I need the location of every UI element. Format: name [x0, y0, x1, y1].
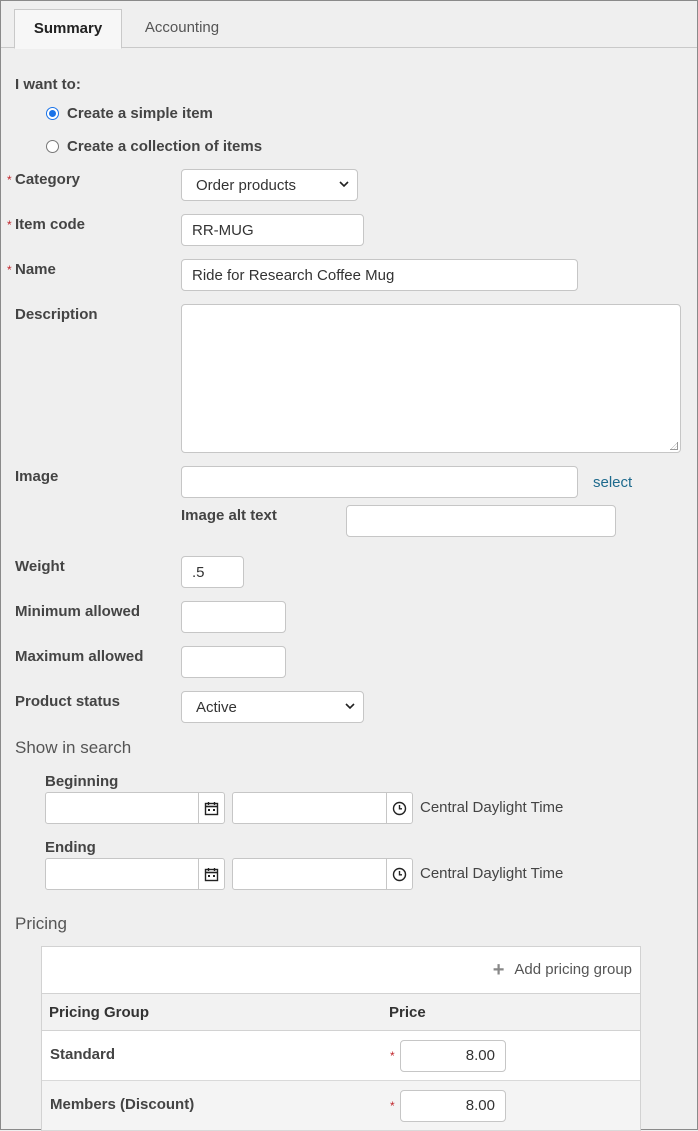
ending-time-input[interactable] — [232, 858, 413, 890]
column-header-price: Price — [389, 1004, 426, 1021]
table-row: Standard * 8.00 — [42, 1031, 640, 1081]
image-alt-label: Image alt text — [181, 507, 277, 524]
description-label: Description — [15, 306, 98, 323]
minimum-label: Minimum allowed — [15, 603, 141, 620]
ending-label: Ending — [45, 839, 96, 856]
show-in-search-title: Show in search — [15, 738, 132, 757]
table-row: Members (Discount) * 8.00 — [42, 1081, 640, 1131]
beginning-timezone: Central Daylight Time — [420, 799, 564, 816]
weight-label: Weight — [15, 558, 65, 575]
tab-accounting[interactable]: Accounting — [124, 9, 240, 48]
name-value: Ride for Research Coffee Mug — [192, 266, 395, 284]
category-value: Order products — [196, 176, 297, 194]
weight-input[interactable]: .5 — [181, 556, 244, 588]
required-marker: * — [390, 1099, 395, 1113]
tab-bar: Summary Accounting — [1, 1, 697, 49]
radio-collection-label: Create a collection of items — [67, 137, 263, 155]
required-marker: * — [390, 1049, 395, 1063]
maximum-input[interactable] — [181, 646, 286, 678]
add-pricing-group-label: Add pricing group — [514, 961, 632, 978]
item-code-value: RR-MUG — [192, 221, 254, 239]
tab-summary[interactable]: Summary — [14, 9, 122, 49]
beginning-time-input[interactable] — [232, 792, 413, 824]
item-code-label: Item code — [15, 216, 86, 233]
add-pricing-group-button[interactable]: + Add pricing group — [492, 958, 632, 981]
radio-simple-item-label: Create a simple item — [67, 104, 213, 122]
intent-label: I want to: — [15, 76, 81, 93]
ending-timezone: Central Daylight Time — [420, 865, 564, 882]
name-label: Name — [15, 261, 56, 278]
clock-icon[interactable] — [386, 793, 412, 823]
radio-collection[interactable]: Create a collection of items — [46, 136, 262, 156]
category-label: Category — [15, 171, 81, 188]
chevron-down-icon — [345, 701, 355, 713]
beginning-label: Beginning — [45, 773, 119, 790]
category-select[interactable]: Order products — [181, 169, 358, 201]
chevron-down-icon — [339, 179, 349, 191]
required-marker: * — [7, 263, 12, 277]
product-status-value: Active — [196, 698, 237, 716]
item-code-input[interactable]: RR-MUG — [181, 214, 364, 246]
pricing-group-name: Standard — [50, 1046, 116, 1063]
required-marker: * — [7, 218, 12, 232]
product-status-select[interactable]: Active — [181, 691, 364, 723]
plus-icon: + — [492, 958, 505, 981]
pricing-title: Pricing — [15, 914, 67, 933]
radio-button-selected[interactable] — [46, 106, 59, 120]
price-input[interactable]: 8.00 — [400, 1040, 506, 1072]
description-textarea[interactable] — [181, 304, 681, 453]
pricing-table-header: Pricing Group Price — [42, 993, 640, 1031]
price-input[interactable]: 8.00 — [400, 1090, 506, 1122]
required-marker: * — [7, 173, 12, 187]
image-select-link[interactable]: select — [593, 474, 632, 491]
calendar-icon[interactable] — [198, 793, 224, 823]
pricing-group-name: Members (Discount) — [50, 1096, 195, 1113]
minimum-input[interactable] — [181, 601, 286, 633]
calendar-icon[interactable] — [198, 859, 224, 889]
image-label: Image — [15, 468, 59, 485]
beginning-date-input[interactable] — [45, 792, 225, 824]
column-header-pricing-group: Pricing Group — [49, 1004, 150, 1021]
radio-button[interactable] — [46, 139, 59, 153]
ending-date-input[interactable] — [45, 858, 225, 890]
pricing-panel: + Add pricing group Pricing Group Price … — [41, 946, 641, 1131]
clock-icon[interactable] — [386, 859, 412, 889]
image-input[interactable] — [181, 466, 578, 498]
image-alt-input[interactable] — [346, 505, 616, 537]
product-status-label: Product status — [15, 693, 121, 710]
weight-value: .5 — [192, 563, 205, 581]
maximum-label: Maximum allowed — [15, 648, 144, 665]
radio-simple-item[interactable]: Create a simple item — [46, 103, 213, 123]
item-editor-window: Summary Accounting I want to: Create a s… — [0, 0, 698, 1131]
name-input[interactable]: Ride for Research Coffee Mug — [181, 259, 578, 291]
resize-handle-icon[interactable] — [670, 442, 678, 450]
